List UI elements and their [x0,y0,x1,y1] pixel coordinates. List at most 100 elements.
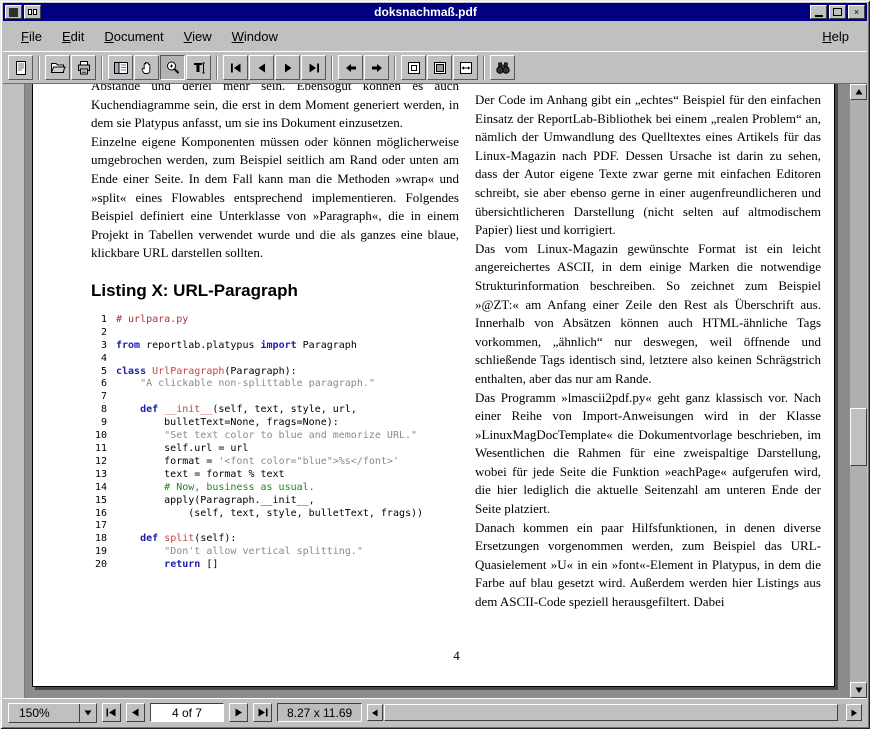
page-columns: Abstände und derlei mehr sein. Ebensogut… [91,84,822,612]
code-line: 19 "Don't allow vertical splitting." [93,546,459,559]
code-line: 5class UrlParagraph(Paragraph): [93,366,459,379]
toolbar [3,51,867,84]
paragraph: Einzelne eigene Komponenten müssen oder … [91,133,459,263]
scroll-up-button[interactable] [850,84,867,100]
arrow-down-icon [855,686,863,694]
last-page-icon [257,708,268,717]
code-line: 6 "A clickable non-splittable paragraph.… [93,378,459,391]
toolbar-separator [394,56,396,80]
window-menu-button[interactable] [24,5,41,19]
prev-page-button[interactable] [249,55,274,80]
vertical-scrollbar[interactable] [850,84,867,698]
vertical-scroll-track[interactable] [850,100,867,682]
right-column: Der Code im Anhang gibt ein „echtes“ Bei… [475,84,821,612]
print-icon [76,60,92,76]
code-line: 9 bulletText=None, frags=None): [93,417,459,430]
horizontal-scrollbar[interactable] [367,704,862,721]
horizontal-scroll-track[interactable] [383,704,846,721]
text-select-icon [191,60,207,76]
arrow-up-icon [855,88,863,96]
menu-group-right: Help [812,24,859,49]
code-line: 14 # Now, business as usual. [93,482,459,495]
fit-width-button[interactable] [453,55,478,80]
menu-item-help[interactable]: Help [812,24,859,49]
next-view-button[interactable] [364,55,389,80]
page-number: 4 [91,648,822,664]
hand-tool-button[interactable] [134,55,159,80]
status-prev-page-button[interactable] [126,703,145,722]
toolbar-separator [331,56,333,80]
menu-item[interactable]: Document [94,24,173,49]
horizontal-scroll-thumb[interactable] [384,704,838,721]
menu-item[interactable]: File [11,24,52,49]
close-button[interactable]: × [848,5,865,19]
toolbar-separator [101,56,103,80]
code-line: 20 return [] [93,559,459,572]
menu-item[interactable]: Window [222,24,288,49]
page-view-button[interactable] [8,55,33,80]
pdf-page[interactable]: Abstände und derlei mehr sein. Ebensogut… [32,84,835,687]
binoculars-icon [495,60,511,76]
zoom-tool-button[interactable] [160,55,185,80]
minimize-icon [815,15,823,17]
code-line: 18 def split(self): [93,533,459,546]
open-file-button[interactable] [45,55,70,80]
title-bar: doksnachmaß.pdf × [3,3,867,21]
next-page-button[interactable] [275,55,300,80]
next-page-icon [280,60,296,76]
code-line: 17 [93,520,459,533]
application-window: doksnachmaß.pdf × FileEditDocumentViewWi… [0,0,870,729]
app-menu-button[interactable] [5,5,22,19]
code-line: 1# urlpara.py [93,314,459,327]
prev-page-icon [254,60,270,76]
zoom-dropdown[interactable]: 150% [8,703,97,723]
fit-window-button[interactable] [427,55,452,80]
prev-view-button[interactable] [338,55,363,80]
menu-group-left: FileEditDocumentViewWindow [11,24,288,49]
nav-pane-strip[interactable] [3,84,25,698]
status-last-page-button[interactable] [253,703,272,722]
paragraph: Das vom Linux-Magazin gewünschte Format … [475,240,821,389]
menu-item[interactable]: Edit [52,24,94,49]
code-line: 11 self.url = url [93,443,459,456]
code-listing: 1# urlpara.py2 3from reportlab.platypus … [93,314,459,572]
toolbar-separator [483,56,485,80]
page-indicator[interactable]: 4 of 7 [150,703,224,722]
scroll-left-button[interactable] [367,704,383,721]
left-column-paragraphs: Abstände und derlei mehr sein. Ebensogut… [91,84,459,263]
left-column: Abstände und derlei mehr sein. Ebensogut… [91,84,459,612]
status-next-page-button[interactable] [229,703,248,722]
print-button[interactable] [71,55,96,80]
menu-item[interactable]: View [174,24,222,49]
next-page-icon [234,708,243,717]
code-line: 3from reportlab.platypus import Paragrap… [93,340,459,353]
arrow-left-icon [371,709,379,717]
fit-window-icon [432,60,448,76]
scroll-right-button[interactable] [846,704,862,721]
text-select-tool-button[interactable] [186,55,211,80]
actual-size-button[interactable] [401,55,426,80]
scroll-down-button[interactable] [850,682,867,698]
minimize-button[interactable] [810,5,827,19]
main-area: Abstände und derlei mehr sein. Ebensogut… [3,84,867,698]
vertical-scroll-thumb[interactable] [850,408,867,466]
code-line: 7 [93,391,459,404]
document-viewport[interactable]: Abstände und derlei mehr sein. Ebensogut… [25,84,850,698]
maximize-icon [833,8,842,16]
last-page-button[interactable] [301,55,326,80]
code-line: 16 (self, text, style, bulletText, frags… [93,508,459,521]
status-first-page-button[interactable] [102,703,121,722]
code-line: 4 [93,353,459,366]
open-folder-icon [50,60,66,76]
maximize-button[interactable] [829,5,846,19]
back-arrow-icon [343,60,359,76]
paragraph: Abstände und derlei mehr sein. Ebensogut… [91,84,459,133]
first-page-button[interactable] [223,55,248,80]
zoom-dropdown-arrow-icon[interactable] [79,704,96,722]
nav-pane-button[interactable] [108,55,133,80]
find-button[interactable] [490,55,515,80]
page-size-indicator: 8.27 x 11.69 [277,703,362,722]
page-view-icon [13,60,29,76]
nav-pane-icon [113,60,129,76]
code-line: 15 apply(Paragraph.__init__, [93,495,459,508]
